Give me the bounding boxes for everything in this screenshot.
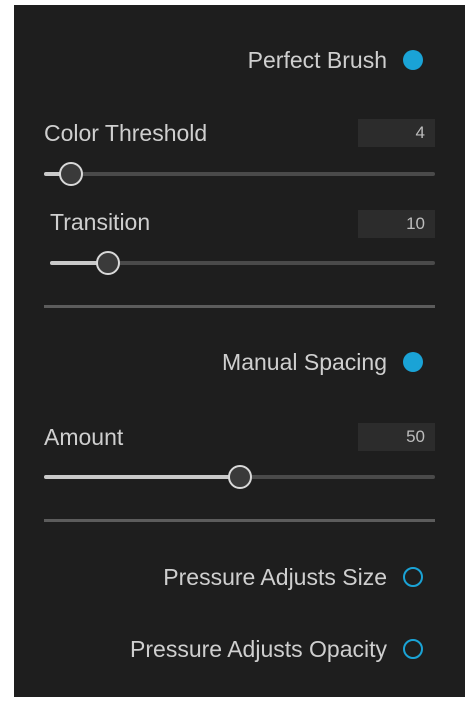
- color-threshold-slider[interactable]: [44, 162, 435, 186]
- color-threshold-value-field[interactable]: 4: [358, 119, 435, 147]
- transition-slider[interactable]: [50, 251, 435, 275]
- pressure-opacity-label: Pressure Adjusts Opacity: [130, 635, 387, 662]
- color-threshold-label: Color Threshold: [44, 120, 208, 146]
- transition-label: Transition: [50, 209, 151, 235]
- pressure-size-row[interactable]: Pressure Adjusts Size: [163, 561, 423, 593]
- color-threshold-slider-thumb[interactable]: [59, 162, 84, 186]
- manual-spacing-label: Manual Spacing: [222, 348, 387, 375]
- transition-value-field[interactable]: 10: [358, 210, 435, 238]
- transition-slider-thumb[interactable]: [95, 251, 120, 275]
- perfect-brush-row[interactable]: Perfect Brush: [248, 44, 423, 76]
- perfect-brush-toggle[interactable]: [403, 50, 423, 70]
- manual-spacing-toggle[interactable]: [403, 352, 423, 372]
- pressure-opacity-toggle[interactable]: [403, 639, 423, 659]
- pressure-opacity-row[interactable]: Pressure Adjusts Opacity: [130, 633, 423, 665]
- section-divider: [44, 305, 435, 308]
- brush-options-panel: Perfect Brush Color Threshold 4 Transiti…: [14, 5, 465, 697]
- amount-slider[interactable]: [44, 465, 435, 489]
- amount-slider-thumb[interactable]: [227, 465, 252, 489]
- section-divider: [44, 519, 435, 522]
- pressure-size-toggle[interactable]: [403, 567, 423, 587]
- amount-value-field[interactable]: 50: [358, 423, 435, 451]
- perfect-brush-label: Perfect Brush: [247, 46, 387, 73]
- amount-label: Amount: [44, 424, 124, 450]
- manual-spacing-row[interactable]: Manual Spacing: [222, 346, 423, 378]
- amount-slider-fill: [44, 475, 240, 479]
- pressure-size-label: Pressure Adjusts Size: [163, 563, 387, 590]
